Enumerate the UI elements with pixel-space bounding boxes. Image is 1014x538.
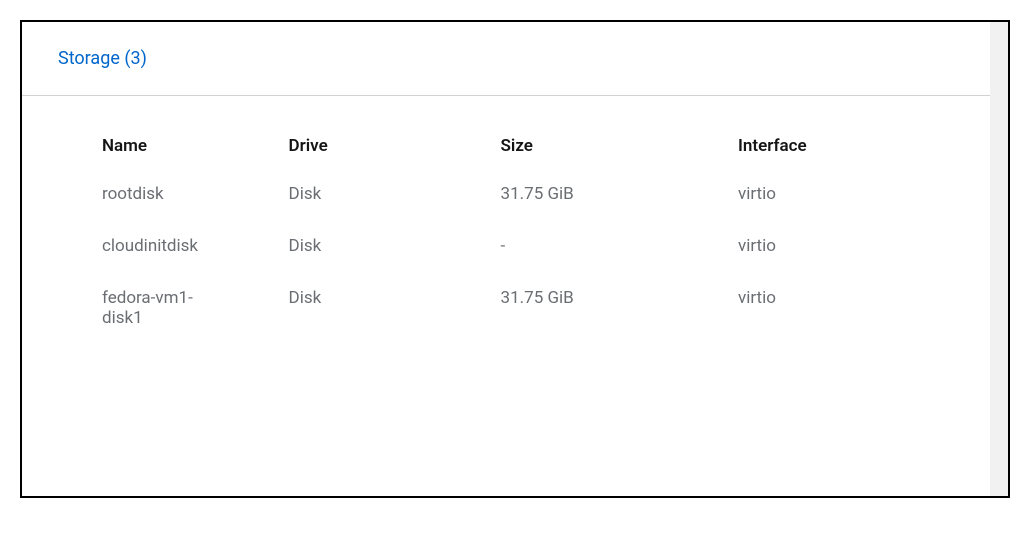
storage-section-title[interactable]: Storage (3): [58, 48, 147, 69]
cell-name: cloudinitdisk: [102, 236, 289, 288]
column-header-name: Name: [102, 136, 289, 184]
table-header-row: Name Drive Size Interface: [102, 136, 950, 184]
storage-table: Name Drive Size Interface rootdisk Disk …: [102, 136, 950, 360]
cell-interface: virtio: [738, 288, 950, 360]
column-header-drive: Drive: [289, 136, 501, 184]
content-area: Storage (3) Name Drive Size Interface ro…: [22, 22, 990, 496]
table-container: Name Drive Size Interface rootdisk Disk …: [22, 96, 990, 360]
storage-panel: Storage (3) Name Drive Size Interface ro…: [20, 20, 1010, 498]
column-header-size: Size: [501, 136, 738, 184]
cell-name: fedora-vm1-disk1: [102, 288, 289, 360]
cell-drive: Disk: [289, 236, 501, 288]
table-row: rootdisk Disk 31.75 GiB virtio: [102, 184, 950, 236]
cell-size: 31.75 GiB: [501, 184, 738, 236]
column-header-interface: Interface: [738, 136, 950, 184]
table-row: fedora-vm1-disk1 Disk 31.75 GiB virtio: [102, 288, 950, 360]
cell-size: 31.75 GiB: [501, 288, 738, 360]
table-row: cloudinitdisk Disk - virtio: [102, 236, 950, 288]
cell-drive: Disk: [289, 184, 501, 236]
section-header: Storage (3): [22, 22, 990, 96]
cell-interface: virtio: [738, 236, 950, 288]
cell-drive: Disk: [289, 288, 501, 360]
cell-name: rootdisk: [102, 184, 289, 236]
scrollbar[interactable]: [990, 22, 1008, 496]
cell-interface: virtio: [738, 184, 950, 236]
cell-size: -: [501, 236, 738, 288]
